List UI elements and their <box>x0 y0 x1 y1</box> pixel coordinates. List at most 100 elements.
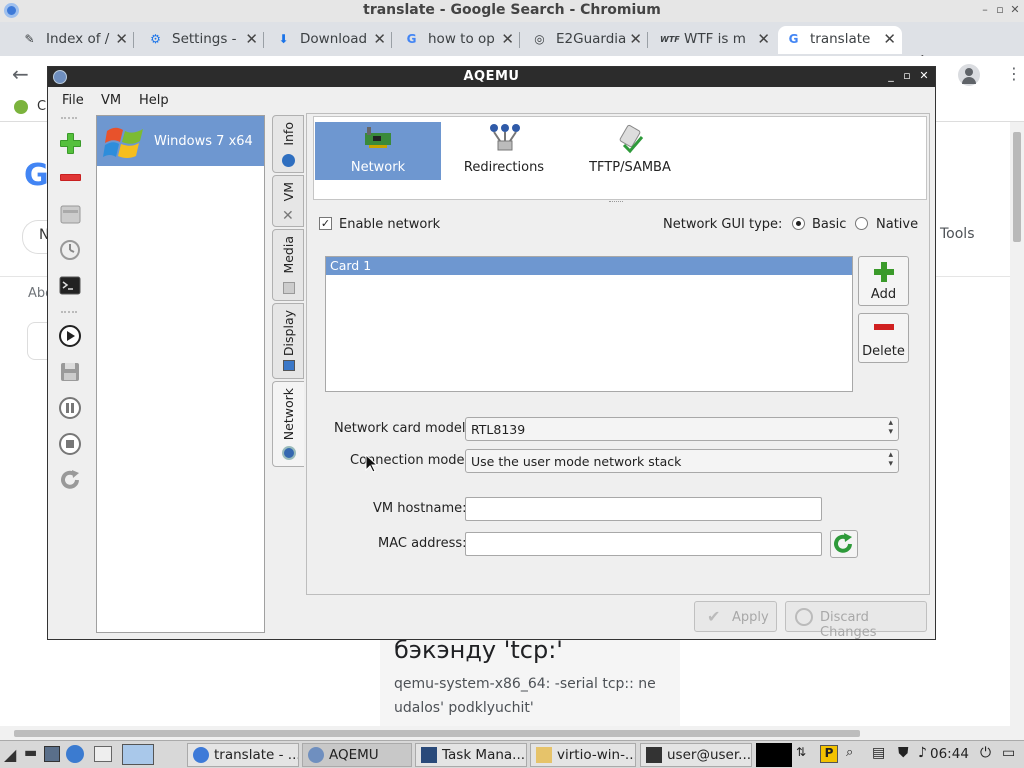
workspace-pager[interactable] <box>122 744 154 765</box>
vertical-scrollbar[interactable] <box>1010 122 1024 726</box>
enable-network-label: Enable network <box>339 217 441 232</box>
network-card-icon <box>363 125 393 155</box>
chromium-icon <box>193 747 209 763</box>
tab-close-icon[interactable]: ✕ <box>501 30 514 48</box>
generate-mac-button[interactable] <box>830 530 858 558</box>
add-vm-icon[interactable] <box>58 131 82 155</box>
close-icon[interactable]: ✕ <box>1007 3 1023 16</box>
tab-display[interactable]: Display <box>272 303 304 379</box>
combo-arrows-icon: ▴ ▾ <box>888 418 893 437</box>
tools-link[interactable]: Tools <box>940 226 975 242</box>
tab-vm[interactable]: VM ✕ <box>272 175 304 227</box>
browser-tab-active[interactable]: G translate ✕ <box>778 26 902 54</box>
delete-vm-icon[interactable] <box>58 166 82 190</box>
mac-address-label: MAC address: <box>378 536 467 551</box>
browser-tab[interactable]: G how to op ✕ <box>396 26 520 54</box>
menu-file[interactable]: File <box>62 93 84 108</box>
reset-vm-icon[interactable] <box>58 468 82 492</box>
start-vm-icon[interactable] <box>58 324 82 348</box>
taskbar-button-virtio[interactable]: virtio-win-... <box>530 743 636 767</box>
horizontal-scrollbar[interactable] <box>0 726 1024 740</box>
terminal-icon[interactable] <box>58 274 82 298</box>
vm-name: Windows 7 x64 <box>154 134 253 149</box>
gui-native-radio[interactable] <box>855 217 868 230</box>
minimize-icon[interactable]: _ <box>884 69 898 82</box>
network-card-item[interactable]: Card 1 <box>326 257 852 275</box>
browser-launcher-icon[interactable] <box>66 745 84 763</box>
tab-close-icon[interactable]: ✕ <box>883 30 896 48</box>
subtab-network[interactable]: Network <box>315 122 441 180</box>
add-icon <box>873 261 895 287</box>
pause-vm-icon[interactable] <box>58 396 82 420</box>
bookmark-icon[interactable] <box>14 100 28 114</box>
menu-vm[interactable]: VM <box>101 93 121 108</box>
snapshot-clock-icon[interactable] <box>58 238 82 262</box>
bookmark-label[interactable]: C <box>37 99 46 114</box>
subtab-tftp-samba[interactable]: TFTP/SAMBA <box>570 122 690 180</box>
tftp-samba-icon <box>614 123 648 159</box>
tab-media[interactable]: Media <box>272 229 304 301</box>
tab-info[interactable]: Info <box>272 115 304 173</box>
enable-network-checkbox[interactable]: ✓ <box>319 217 332 230</box>
mac-address-input[interactable] <box>465 532 822 556</box>
connection-mode-select[interactable]: Use the user mode network stack ▴ ▾ <box>465 449 899 473</box>
browser-tab[interactable]: ✎ Index of / ✕ <box>14 26 134 54</box>
delete-card-label: Delete <box>862 344 905 359</box>
tab-close-icon[interactable]: ✕ <box>245 30 258 48</box>
taskbar-button-task-manager[interactable]: Task Mana... <box>415 743 527 767</box>
taskbar-button-terminal[interactable]: user@user... <box>640 743 752 767</box>
vm-settings-icon[interactable] <box>58 202 82 226</box>
splitter-grip[interactable] <box>609 201 623 203</box>
network-up-down-icon[interactable]: ⇅ <box>796 745 814 763</box>
file-manager-icon[interactable] <box>94 746 112 762</box>
tab-network[interactable]: Network <box>272 381 304 467</box>
maximize-icon[interactable]: ▫ <box>900 69 914 82</box>
p-tray-icon[interactable]: P <box>820 745 838 763</box>
tab-title: Index of / <box>46 31 110 47</box>
clipboard-icon[interactable]: ▤ <box>872 745 890 763</box>
tab-close-icon[interactable]: ✕ <box>373 30 386 48</box>
tab-title: E2Guardia <box>556 31 627 47</box>
taskbar-button-chromium[interactable]: translate - ... <box>187 743 299 767</box>
minimize-icon[interactable]: – <box>977 3 993 16</box>
browser-tab[interactable]: ⚙ Settings - ✕ <box>140 26 264 54</box>
maximize-icon[interactable]: ▫ <box>992 3 1008 16</box>
taskbar-button-aqemu[interactable]: AQEMU <box>302 743 412 767</box>
discard-icon <box>795 608 813 626</box>
chromium-titlebar: translate - Google Search - Chromium – ▫… <box>0 0 1024 22</box>
network-card-model-select[interactable]: RTL8139 ▴ ▾ <box>465 417 899 441</box>
start-menu-icon[interactable]: ◢ <box>4 745 16 764</box>
power-icon[interactable]: ⏻ <box>980 745 998 763</box>
browser-tab[interactable]: ◎ E2Guardia ✕ <box>524 26 648 54</box>
save-state-icon[interactable] <box>58 360 82 384</box>
network-globe-icon <box>282 446 296 460</box>
menu-help[interactable]: Help <box>139 93 169 108</box>
google-icon: G <box>406 32 417 46</box>
vm-list-item[interactable]: Windows 7 x64 <box>97 116 264 166</box>
profile-avatar-icon[interactable] <box>958 64 980 86</box>
close-icon[interactable]: ✕ <box>917 69 931 82</box>
archive-icon <box>536 747 552 763</box>
subtab-redirections[interactable]: Redirections <box>444 122 564 180</box>
search-tray-icon[interactable]: ⌕ <box>846 745 864 763</box>
vm-hostname-input[interactable] <box>465 497 822 521</box>
stop-vm-icon[interactable] <box>58 432 82 456</box>
show-desktop-icon[interactable]: ▬ <box>24 745 37 761</box>
lock-screen-icon[interactable]: ▭ <box>1002 745 1020 763</box>
tab-close-icon[interactable]: ✕ <box>115 30 128 48</box>
shield-icon[interactable]: ⛊ <box>898 745 916 763</box>
terminal-launcher-icon[interactable] <box>44 746 60 762</box>
network-gui-type-label: Network GUI type: <box>663 217 783 232</box>
back-icon[interactable]: ← <box>12 62 29 86</box>
tab-close-icon[interactable]: ✕ <box>629 30 642 48</box>
delete-card-button[interactable]: Delete <box>858 313 909 363</box>
browser-tab[interactable]: ⬇ Download ✕ <box>268 26 392 54</box>
tab-close-icon[interactable]: ✕ <box>757 30 770 48</box>
add-card-button[interactable]: Add <box>858 256 909 306</box>
refresh-icon <box>834 533 852 553</box>
discard-changes-button[interactable]: Discard Changes <box>785 601 927 640</box>
browser-tab[interactable]: WTF WTF is m ✕ <box>652 26 776 54</box>
apply-button[interactable]: ✔ Apply <box>694 601 777 632</box>
menu-icon[interactable]: ⋮ <box>1006 64 1022 83</box>
gui-basic-radio[interactable] <box>792 217 805 230</box>
